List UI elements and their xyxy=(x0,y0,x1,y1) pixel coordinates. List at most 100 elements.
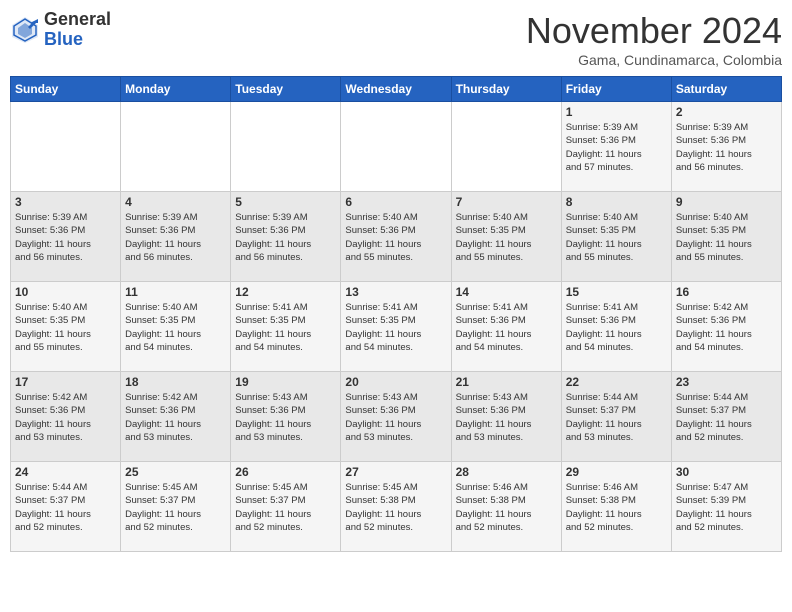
calendar-week-4: 17 Sunrise: 5:42 AM Sunset: 5:36 PM Dayli… xyxy=(11,372,782,462)
calendar-cell: 27 Sunrise: 5:45 AM Sunset: 5:38 PM Dayli… xyxy=(341,462,451,552)
day-number: 27 xyxy=(345,465,446,479)
calendar-cell: 16 Sunrise: 5:42 AM Sunset: 5:36 PM Dayli… xyxy=(671,282,781,372)
day-info: Sunrise: 5:46 AM Sunset: 5:38 PM Dayligh… xyxy=(566,481,667,534)
calendar-table: SundayMondayTuesdayWednesdayThursdayFrid… xyxy=(10,76,782,552)
calendar-cell: 4Sunrise: 5:39 AM Sunset: 5:36 PM Daylig… xyxy=(121,192,231,282)
day-info: Sunrise: 5:43 AM Sunset: 5:36 PM Dayligh… xyxy=(456,391,557,444)
logo: General Blue xyxy=(10,10,111,50)
day-number: 29 xyxy=(566,465,667,479)
day-info: Sunrise: 5:40 AM Sunset: 5:35 PM Dayligh… xyxy=(125,301,226,354)
day-number: 15 xyxy=(566,285,667,299)
logo-text: General Blue xyxy=(44,10,111,50)
day-info: Sunrise: 5:42 AM Sunset: 5:36 PM Dayligh… xyxy=(15,391,116,444)
day-number: 30 xyxy=(676,465,777,479)
calendar-cell: 7 Sunrise: 5:40 AM Sunset: 5:35 PM Daylig… xyxy=(451,192,561,282)
day-number: 11 xyxy=(125,285,226,299)
calendar-cell: 24Sunrise: 5:44 AM Sunset: 5:37 PM Dayli… xyxy=(11,462,121,552)
day-info: Sunrise: 5:44 AM Sunset: 5:37 PM Dayligh… xyxy=(566,391,667,444)
header-row: SundayMondayTuesdayWednesdayThursdayFrid… xyxy=(11,77,782,102)
calendar-header: SundayMondayTuesdayWednesdayThursdayFrid… xyxy=(11,77,782,102)
day-number: 19 xyxy=(235,375,336,389)
calendar-cell: 3 Sunrise: 5:39 AM Sunset: 5:36 PM Daylig… xyxy=(11,192,121,282)
day-header-wednesday: Wednesday xyxy=(341,77,451,102)
calendar-cell xyxy=(341,102,451,192)
calendar-cell: 21Sunrise: 5:43 AM Sunset: 5:36 PM Dayli… xyxy=(451,372,561,462)
day-header-tuesday: Tuesday xyxy=(231,77,341,102)
calendar-cell: 9 Sunrise: 5:40 AM Sunset: 5:35 PM Daylig… xyxy=(671,192,781,282)
day-number: 9 xyxy=(676,195,777,209)
calendar-cell: 2 Sunrise: 5:39 AM Sunset: 5:36 PM Daylig… xyxy=(671,102,781,192)
calendar-cell: 15 Sunrise: 5:41 AM Sunset: 5:36 PM Dayli… xyxy=(561,282,671,372)
day-number: 3 xyxy=(15,195,116,209)
calendar-cell: 14Sunrise: 5:41 AM Sunset: 5:36 PM Dayli… xyxy=(451,282,561,372)
day-info: Sunrise: 5:41 AM Sunset: 5:36 PM Dayligh… xyxy=(566,301,667,354)
day-info: Sunrise: 5:39 AM Sunset: 5:36 PM Dayligh… xyxy=(676,121,777,174)
day-number: 26 xyxy=(235,465,336,479)
day-info: Sunrise: 5:41 AM Sunset: 5:36 PM Dayligh… xyxy=(456,301,557,354)
day-info: Sunrise: 5:45 AM Sunset: 5:37 PM Dayligh… xyxy=(235,481,336,534)
calendar-cell: 1Sunrise: 5:39 AM Sunset: 5:36 PM Daylig… xyxy=(561,102,671,192)
calendar-cell: 19Sunrise: 5:43 AM Sunset: 5:36 PM Dayli… xyxy=(231,372,341,462)
calendar-cell: 13 Sunrise: 5:41 AM Sunset: 5:35 PM Dayli… xyxy=(341,282,451,372)
calendar-cell xyxy=(121,102,231,192)
day-info: Sunrise: 5:41 AM Sunset: 5:35 PM Dayligh… xyxy=(345,301,446,354)
day-info: Sunrise: 5:42 AM Sunset: 5:36 PM Dayligh… xyxy=(676,301,777,354)
day-info: Sunrise: 5:42 AM Sunset: 5:36 PM Dayligh… xyxy=(125,391,226,444)
day-number: 16 xyxy=(676,285,777,299)
calendar-week-2: 3 Sunrise: 5:39 AM Sunset: 5:36 PM Daylig… xyxy=(11,192,782,282)
calendar-cell: 5Sunrise: 5:39 AM Sunset: 5:36 PM Daylig… xyxy=(231,192,341,282)
calendar-cell xyxy=(451,102,561,192)
day-info: Sunrise: 5:40 AM Sunset: 5:36 PM Dayligh… xyxy=(345,211,446,264)
calendar-cell: 10Sunrise: 5:40 AM Sunset: 5:35 PM Dayli… xyxy=(11,282,121,372)
day-info: Sunrise: 5:40 AM Sunset: 5:35 PM Dayligh… xyxy=(15,301,116,354)
day-number: 13 xyxy=(345,285,446,299)
day-number: 7 xyxy=(456,195,557,209)
day-info: Sunrise: 5:45 AM Sunset: 5:38 PM Dayligh… xyxy=(345,481,446,534)
day-info: Sunrise: 5:40 AM Sunset: 5:35 PM Dayligh… xyxy=(676,211,777,264)
day-number: 17 xyxy=(15,375,116,389)
calendar-week-1: 1Sunrise: 5:39 AM Sunset: 5:36 PM Daylig… xyxy=(11,102,782,192)
calendar-cell: 8 Sunrise: 5:40 AM Sunset: 5:35 PM Daylig… xyxy=(561,192,671,282)
day-info: Sunrise: 5:40 AM Sunset: 5:35 PM Dayligh… xyxy=(456,211,557,264)
day-info: Sunrise: 5:43 AM Sunset: 5:36 PM Dayligh… xyxy=(345,391,446,444)
day-info: Sunrise: 5:44 AM Sunset: 5:37 PM Dayligh… xyxy=(15,481,116,534)
day-info: Sunrise: 5:45 AM Sunset: 5:37 PM Dayligh… xyxy=(125,481,226,534)
day-info: Sunrise: 5:41 AM Sunset: 5:35 PM Dayligh… xyxy=(235,301,336,354)
calendar-cell: 26 Sunrise: 5:45 AM Sunset: 5:37 PM Dayli… xyxy=(231,462,341,552)
day-number: 18 xyxy=(125,375,226,389)
month-title: November 2024 xyxy=(526,10,782,52)
day-info: Sunrise: 5:39 AM Sunset: 5:36 PM Dayligh… xyxy=(15,211,116,264)
day-info: Sunrise: 5:44 AM Sunset: 5:37 PM Dayligh… xyxy=(676,391,777,444)
day-number: 23 xyxy=(676,375,777,389)
day-info: Sunrise: 5:47 AM Sunset: 5:39 PM Dayligh… xyxy=(676,481,777,534)
page-header: General Blue November 2024 Gama, Cundina… xyxy=(10,10,782,68)
day-number: 8 xyxy=(566,195,667,209)
location: Gama, Cundinamarca, Colombia xyxy=(526,52,782,68)
logo-icon xyxy=(10,15,40,45)
day-header-friday: Friday xyxy=(561,77,671,102)
calendar-week-3: 10Sunrise: 5:40 AM Sunset: 5:35 PM Dayli… xyxy=(11,282,782,372)
day-number: 28 xyxy=(456,465,557,479)
day-header-saturday: Saturday xyxy=(671,77,781,102)
day-info: Sunrise: 5:39 AM Sunset: 5:36 PM Dayligh… xyxy=(235,211,336,264)
calendar-body: 1Sunrise: 5:39 AM Sunset: 5:36 PM Daylig… xyxy=(11,102,782,552)
calendar-cell xyxy=(11,102,121,192)
calendar-cell xyxy=(231,102,341,192)
day-info: Sunrise: 5:40 AM Sunset: 5:35 PM Dayligh… xyxy=(566,211,667,264)
calendar-cell: 23 Sunrise: 5:44 AM Sunset: 5:37 PM Dayli… xyxy=(671,372,781,462)
calendar-cell: 11 Sunrise: 5:40 AM Sunset: 5:35 PM Dayli… xyxy=(121,282,231,372)
calendar-cell: 20Sunrise: 5:43 AM Sunset: 5:36 PM Dayli… xyxy=(341,372,451,462)
calendar-cell: 28 Sunrise: 5:46 AM Sunset: 5:38 PM Dayli… xyxy=(451,462,561,552)
calendar-cell: 6 Sunrise: 5:40 AM Sunset: 5:36 PM Daylig… xyxy=(341,192,451,282)
day-header-sunday: Sunday xyxy=(11,77,121,102)
day-header-monday: Monday xyxy=(121,77,231,102)
day-info: Sunrise: 5:46 AM Sunset: 5:38 PM Dayligh… xyxy=(456,481,557,534)
day-info: Sunrise: 5:39 AM Sunset: 5:36 PM Dayligh… xyxy=(125,211,226,264)
calendar-cell: 18 Sunrise: 5:42 AM Sunset: 5:36 PM Dayli… xyxy=(121,372,231,462)
day-number: 6 xyxy=(345,195,446,209)
calendar-week-5: 24Sunrise: 5:44 AM Sunset: 5:37 PM Dayli… xyxy=(11,462,782,552)
day-number: 22 xyxy=(566,375,667,389)
calendar-cell: 25Sunrise: 5:45 AM Sunset: 5:37 PM Dayli… xyxy=(121,462,231,552)
calendar-cell: 12Sunrise: 5:41 AM Sunset: 5:35 PM Dayli… xyxy=(231,282,341,372)
day-number: 2 xyxy=(676,105,777,119)
